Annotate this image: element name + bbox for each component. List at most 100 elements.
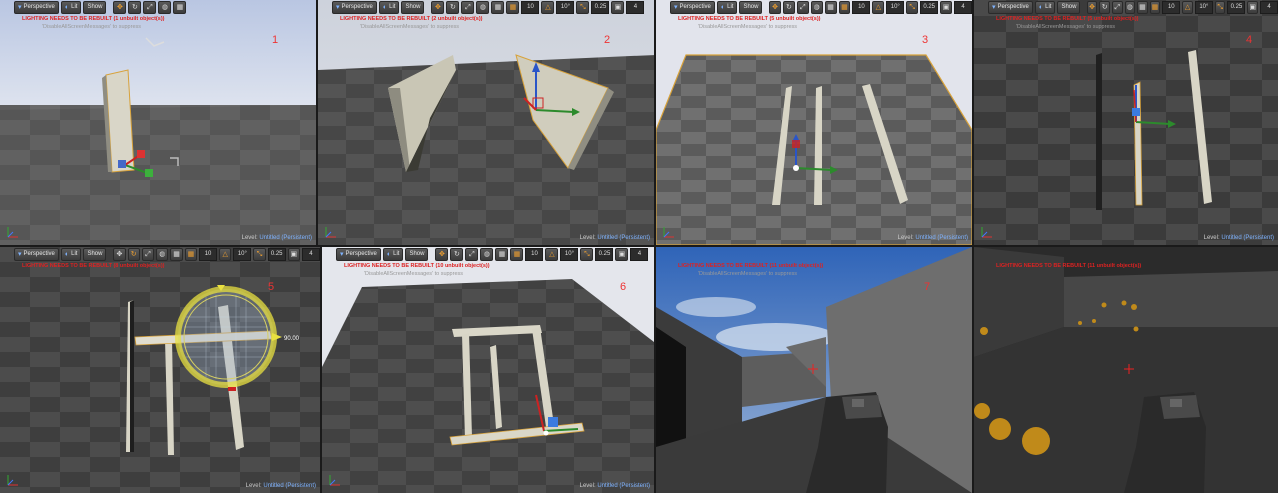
camera-speed-value[interactable]: 4 [630,247,649,261]
grid-snap-value[interactable]: 10 [1162,0,1181,14]
grid-snap-value[interactable]: 10 [199,247,218,261]
perspective-button[interactable]: ▾ Perspective [14,0,59,14]
translate-tool-icon[interactable]: ✥ [435,247,449,261]
scale-tool-icon[interactable]: ⤢ [461,0,475,14]
scale-tool-icon[interactable]: ⤢ [796,0,809,14]
camera-speed-value[interactable]: 4 [301,247,320,261]
perspective-button[interactable]: ▾ Perspective [670,0,715,14]
show-button[interactable]: Show [83,247,107,261]
perspective-button[interactable]: ▾ Perspective [336,247,381,261]
show-button[interactable]: Show [405,247,429,261]
translate-tool-icon[interactable]: ✥ [113,0,127,14]
rotation-snap-icon[interactable]: △ [219,247,232,261]
rotation-snap-icon[interactable]: △ [545,247,559,261]
world-space-icon[interactable]: ◍ [476,0,490,14]
rotation-snap-icon[interactable]: △ [541,0,555,14]
rotation-snap-value[interactable]: 10° [560,247,579,261]
camera-speed-value[interactable]: 4 [626,0,645,14]
scale-snap-value[interactable]: 0.25 [267,247,286,261]
grid-snap-icon[interactable]: ▦ [506,0,520,14]
camera-speed-icon[interactable]: ▣ [615,247,629,261]
rotation-snap-value[interactable]: 10° [886,0,905,14]
scale-snap-icon[interactable]: ⤡ [906,0,919,14]
scale-snap-value[interactable]: 0.25 [1227,0,1246,14]
rotation-snap-value[interactable]: 10° [1194,0,1213,14]
rotate-tool-icon[interactable]: ↻ [1099,0,1110,14]
surface-snap-icon[interactable]: ▦ [495,247,509,261]
scale-snap-value[interactable]: 0.25 [920,0,939,14]
grid-snap-icon[interactable]: ▦ [184,247,198,261]
world-space-icon[interactable]: ◍ [810,0,823,14]
grid-snap-value[interactable]: 10 [852,0,871,14]
viewport-4[interactable]: ▾ Perspective ◐ Lit Show ✥ ↻ ⤢ ◍ ▦ ▦ 10 △ … [974,0,1278,245]
grid-snap-icon[interactable]: ▦ [510,247,524,261]
translate-tool-icon[interactable]: ✥ [113,247,126,261]
perspective-button[interactable]: ▾ Perspective [988,0,1033,14]
viewport-toolbar: ▾ Perspective ◐ Lit Show ✥ ↻ ⤢ ◍ ▦ ▦ 10 △ … [318,0,654,14]
scale-tool-icon[interactable]: ⤢ [143,0,157,14]
surface-snap-icon[interactable]: ▦ [491,0,505,14]
translate-tool-icon[interactable]: ✥ [769,0,782,14]
show-button[interactable]: Show [739,0,763,14]
translate-tool-icon[interactable]: ✥ [431,0,445,14]
rotation-snap-icon[interactable]: △ [872,0,885,14]
viewport-1[interactable]: ▾ Perspective ◐ Lit Show ✥ ↻ ⤢ ◍ ▦ LIGHTIN… [0,0,316,245]
scene-6 [322,247,654,493]
camera-speed-value[interactable]: 4 [954,0,972,14]
viewport-3[interactable]: ▾ Perspective ◐ Lit Show ✥ ↻ ⤢ ◍ ▦ ▦ 10 △ … [656,0,972,245]
lit-button[interactable]: ◐ Lit [382,247,404,261]
world-space-icon[interactable]: ◍ [480,247,494,261]
world-space-icon[interactable]: ◍ [1124,0,1136,14]
grid-snap-icon[interactable]: ▦ [838,0,851,14]
scale-snap-icon[interactable]: ⤡ [1214,0,1226,14]
scale-tool-icon[interactable]: ⤢ [1111,0,1123,14]
rotate-tool-icon[interactable]: ↻ [127,247,140,261]
grid-snap-icon[interactable]: ▦ [1149,0,1161,14]
viewport-8[interactable]: LIGHTING NEEDS TO BE REBUILT (11 unbuilt… [974,247,1278,493]
translate-tool-icon[interactable]: ✥ [1086,0,1098,14]
rotate-tool-icon[interactable]: ↻ [783,0,795,14]
rotation-snap-value[interactable]: 10° [233,247,252,261]
surface-snap-icon[interactable]: ▦ [170,247,183,261]
camera-speed-icon[interactable]: ▣ [1247,0,1259,14]
camera-speed-value[interactable]: 4 [1260,0,1278,14]
rotation-snap-value[interactable]: 10° [556,0,575,14]
scale-snap-icon[interactable]: ⤡ [576,0,590,14]
lit-button[interactable]: ◐ Lit [1034,0,1056,14]
viewport-toolbar: ▾ Perspective ◐ Lit Show ✥ ↻ ⤢ ◍ ▦ ▦ 10 △ … [322,247,654,261]
world-space-icon[interactable]: ◍ [158,0,172,14]
viewport-5[interactable]: ▾ Perspective ◐ Lit Show ✥ ↻ ⤢ ◍ ▦ ▦ 10 △ … [0,247,320,493]
scale-tool-icon[interactable]: ⤢ [141,247,155,261]
perspective-button[interactable]: ▾ Perspective [14,247,59,261]
world-space-icon[interactable]: ◍ [156,247,169,261]
surface-snap-icon[interactable]: ▦ [173,0,187,14]
show-button[interactable]: Show [401,0,425,14]
lit-button[interactable]: ◐ Lit [60,0,82,14]
lit-button[interactable]: ◐ Lit [378,0,400,14]
camera-speed-icon[interactable]: ▣ [611,0,625,14]
camera-speed-icon[interactable]: ▣ [287,247,300,261]
rotate-tool-icon[interactable]: ↻ [128,0,142,14]
scale-snap-icon[interactable]: ⤡ [253,247,266,261]
camera-speed-icon[interactable]: ▣ [940,0,953,14]
rotate-tool-icon[interactable]: ↻ [450,247,464,261]
surface-snap-icon[interactable]: ▦ [1137,0,1148,14]
scale-snap-icon[interactable]: ⤡ [580,247,594,261]
show-button[interactable]: Show [83,0,107,14]
scale-snap-value[interactable]: 0.25 [595,247,614,261]
show-button[interactable]: Show [1057,0,1081,14]
perspective-button[interactable]: ▾ Perspective [332,0,377,14]
show-label: Show [87,250,103,257]
rotate-tool-icon[interactable]: ↻ [446,0,460,14]
viewport-7[interactable]: LIGHTING NEEDS TO BE REBUILT (11 unbuilt… [656,247,972,493]
grid-snap-value[interactable]: 10 [521,0,540,14]
lit-button[interactable]: ◐ Lit [60,247,82,261]
surface-snap-icon[interactable]: ▦ [824,0,837,14]
rotation-snap-icon[interactable]: △ [1182,0,1193,14]
viewport-2[interactable]: ▾ Perspective ◐ Lit Show ✥ ↻ ⤢ ◍ ▦ ▦ 10 △ … [318,0,654,245]
scale-tool-icon[interactable]: ⤢ [465,247,479,261]
viewport-6[interactable]: ▾ Perspective ◐ Lit Show ✥ ↻ ⤢ ◍ ▦ ▦ 10 △ … [322,247,654,493]
grid-snap-value[interactable]: 10 [525,247,544,261]
lit-button[interactable]: ◐ Lit [716,0,738,14]
scale-snap-value[interactable]: 0.25 [591,0,610,14]
